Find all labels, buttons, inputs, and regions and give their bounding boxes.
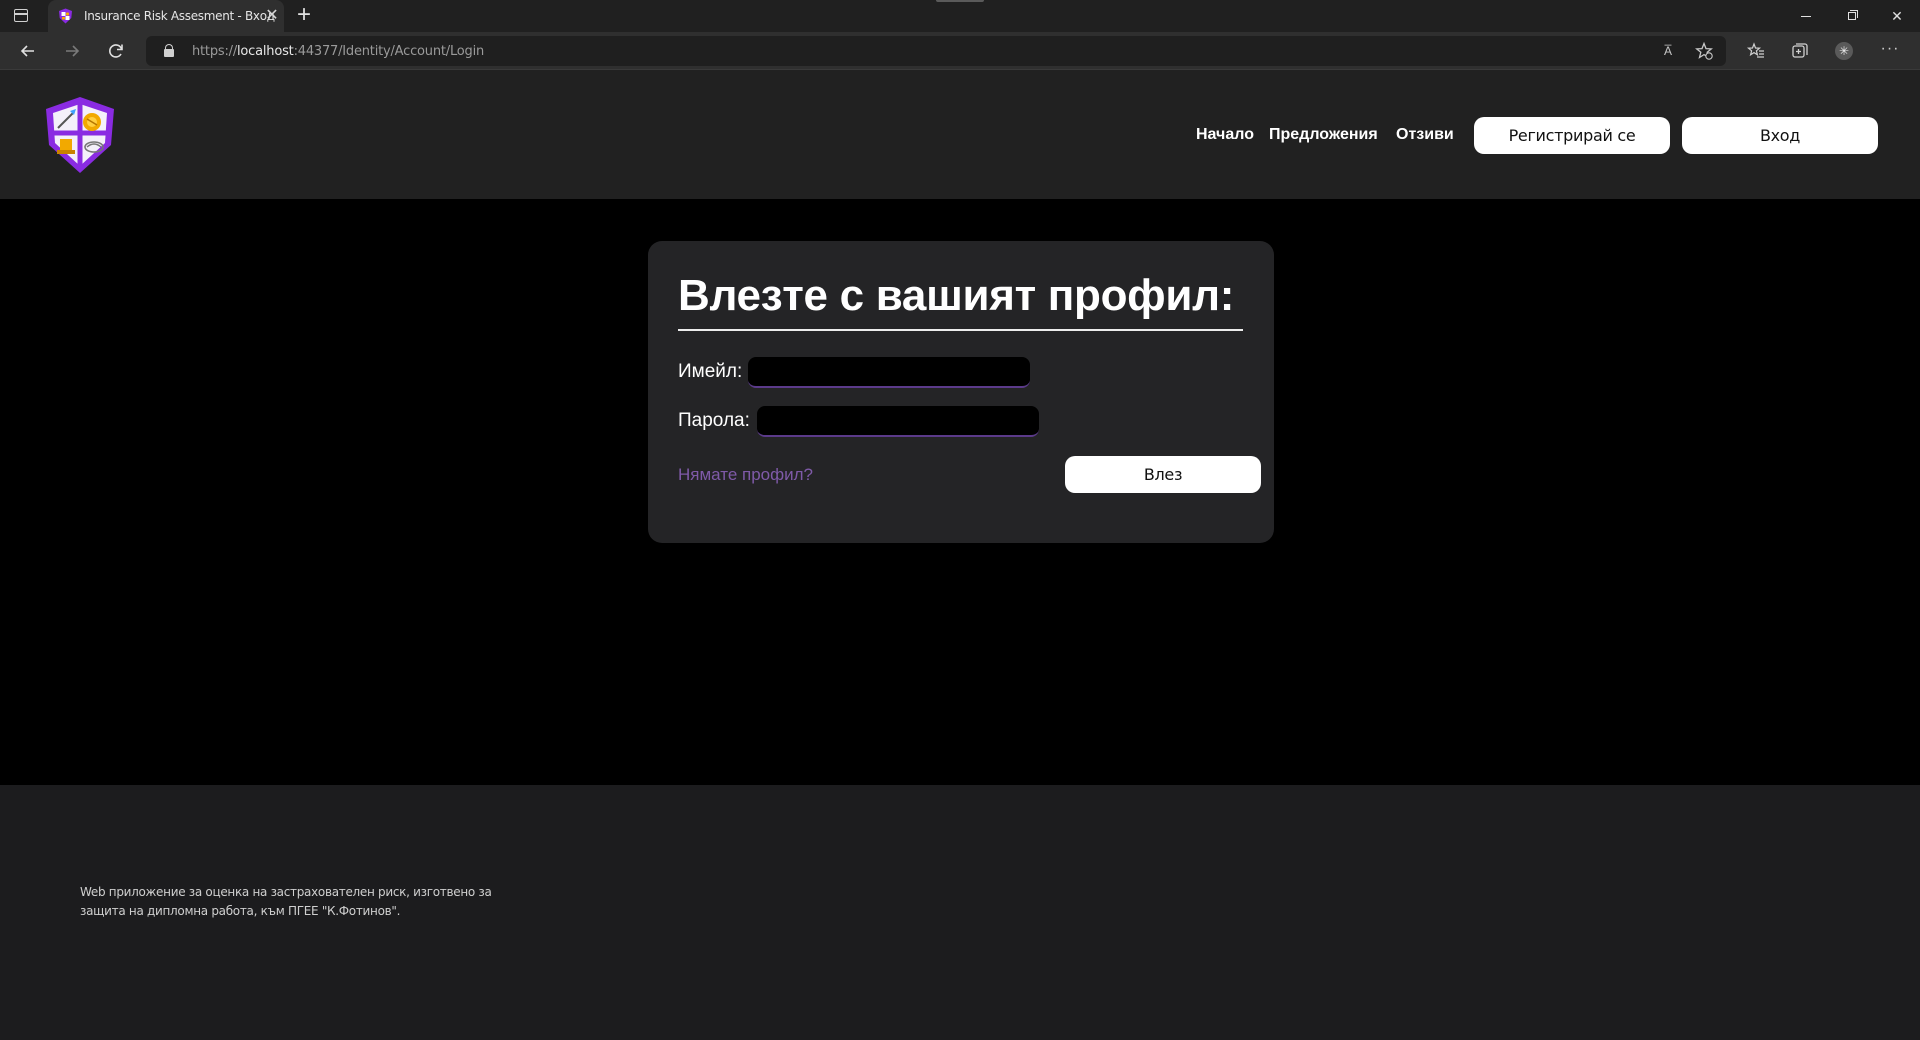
profile-extension-icon[interactable]: ✳ (1834, 41, 1854, 61)
email-label: Имейл: (678, 361, 743, 382)
nav-link-offers[interactable]: Предложения (1269, 126, 1378, 144)
shield-logo[interactable] (44, 95, 116, 175)
nav-link-reviews[interactable]: Отзиви (1396, 126, 1454, 144)
lock-icon[interactable] (164, 44, 174, 57)
browser-tab-bar: Insurance Risk Assesment - Вход ✕ + ✕ (0, 0, 1920, 32)
back-arrow-icon[interactable] (14, 37, 42, 65)
url-text[interactable]: https://localhost:44377/Identity/Account… (192, 44, 484, 59)
footer-text: Web приложение за оценка на застраховате… (80, 885, 492, 918)
login-button[interactable]: Вход (1682, 117, 1878, 154)
tab-actions-icon[interactable] (10, 6, 34, 26)
email-field[interactable] (748, 357, 1030, 388)
restore-icon[interactable] (1828, 0, 1874, 32)
add-favorite-star-icon[interactable] (1694, 41, 1714, 61)
main-content: Влезте с вашият профил: Имейл: Парола: Н… (0, 199, 1920, 785)
address-bar[interactable]: https://localhost:44377/Identity/Account… (146, 36, 1726, 66)
password-label: Парола: (678, 410, 750, 431)
drag-handle (936, 0, 984, 2)
read-aloud-icon[interactable]: A̅ (1658, 41, 1678, 61)
forward-arrow-icon[interactable] (58, 37, 86, 65)
shield-favicon-icon (59, 8, 72, 24)
nav-link-home[interactable]: Начало (1196, 126, 1254, 144)
window-close-icon[interactable]: ✕ (1874, 0, 1920, 32)
minimize-icon[interactable] (1782, 0, 1828, 32)
submit-login-button[interactable]: Влез (1065, 456, 1261, 493)
reload-icon[interactable] (102, 37, 130, 65)
favorites-icon[interactable] (1746, 41, 1766, 61)
register-button[interactable]: Регистрирай се (1474, 117, 1670, 154)
login-card: Влезте с вашият профил: Имейл: Парола: Н… (648, 241, 1274, 543)
new-tab-icon[interactable]: + (292, 3, 316, 28)
browser-tab-active[interactable]: Insurance Risk Assesment - Вход ✕ (48, 0, 284, 32)
title-underline (678, 329, 1243, 331)
tab-close-icon[interactable]: ✕ (262, 6, 282, 26)
login-title: Влезте с вашият профил: (678, 271, 1235, 320)
browser-toolbar: https://localhost:44377/Identity/Account… (0, 32, 1920, 70)
site-footer: Web приложение за оценка на застраховате… (0, 785, 1920, 1040)
site-header: Начало Предложения Отзиви Регистрирай се… (0, 70, 1920, 199)
tab-title: Insurance Risk Assesment - Вход (84, 9, 275, 23)
no-account-link[interactable]: Нямате профил? (678, 465, 813, 485)
password-field[interactable] (757, 406, 1039, 437)
collections-icon[interactable] (1790, 41, 1810, 61)
settings-menu-icon[interactable]: ··· (1880, 41, 1900, 61)
